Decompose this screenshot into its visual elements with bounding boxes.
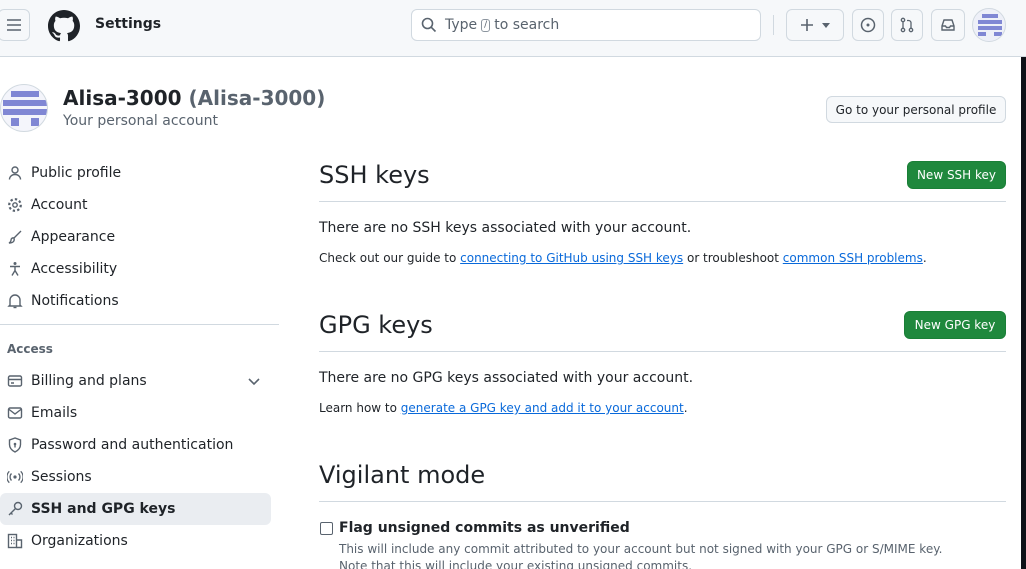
gpg-learn-before: Learn how to — [319, 401, 401, 415]
sidebar-item-label: Password and authentication — [31, 437, 234, 453]
search-placeholder-after: to search — [494, 17, 560, 33]
create-new-button[interactable] — [786, 9, 844, 41]
sidebar-item-label: Accessibility — [31, 261, 118, 277]
github-logo-icon[interactable] — [48, 10, 80, 42]
account-avatar — [0, 84, 48, 132]
adjacent-window-edge — [1021, 57, 1026, 569]
sidebar-item-notifications[interactable]: Notifications — [0, 285, 271, 317]
pull-requests-button[interactable] — [891, 9, 923, 41]
search-input[interactable]: Type / to search — [411, 9, 761, 41]
account-login: (Alisa-3000) — [188, 86, 326, 110]
organization-icon — [7, 533, 23, 549]
sidebar-item-billing[interactable]: Billing and plans — [0, 365, 271, 397]
gpg-learn-text: Learn how to generate a GPG key and add … — [319, 401, 688, 415]
sidebar-item-accessibility[interactable]: Accessibility — [0, 253, 271, 285]
mail-icon — [7, 405, 23, 421]
ssh-guide-before: Check out our guide to — [319, 251, 461, 265]
flag-unsigned-checkbox[interactable] — [320, 522, 333, 535]
ssh-empty-message: There are no SSH keys associated with yo… — [319, 220, 692, 236]
new-ssh-key-button[interactable]: New SSH key — [907, 161, 1006, 189]
sidebar-item-account[interactable]: Account — [0, 189, 271, 221]
identicon-avatar-icon — [978, 14, 1002, 36]
sidebar-divider — [0, 324, 279, 325]
ssh-guide-link[interactable]: connecting to GitHub using SSH keys — [460, 251, 683, 265]
ssh-guide-middle: or troubleshoot — [683, 251, 783, 265]
gpg-keys-heading: GPG keys — [319, 311, 433, 339]
account-name: Alisa-3000 (Alisa-3000) — [63, 86, 325, 110]
issue-opened-icon — [860, 17, 876, 33]
key-icon — [7, 501, 23, 517]
bell-icon — [7, 293, 23, 309]
gpg-empty-message: There are no GPG keys associated with yo… — [319, 370, 694, 386]
ssh-troubleshoot-link[interactable]: common SSH problems — [783, 251, 923, 265]
gpg-learn-after: . — [683, 401, 688, 415]
section-divider — [319, 351, 1006, 352]
inbox-icon — [941, 19, 955, 31]
sidebar-group-heading: Access — [7, 342, 53, 356]
sidebar-item-label: Sessions — [31, 469, 92, 485]
page-title[interactable]: Settings — [95, 16, 161, 32]
flag-unsigned-label[interactable]: Flag unsigned commits as unverified — [339, 520, 630, 536]
plus-icon — [801, 19, 813, 31]
sidebar-item-label: Appearance — [31, 229, 116, 245]
paintbrush-icon — [7, 229, 23, 245]
sidebar-item-label: Emails — [31, 405, 78, 421]
search-placeholder-before: Type — [445, 17, 478, 33]
vigilant-description: This will include any commit attributed … — [339, 541, 979, 569]
sidebar-item-public-profile[interactable]: Public profile — [0, 157, 271, 189]
header-divider — [773, 15, 774, 35]
sidebar-item-emails[interactable]: Emails — [0, 397, 271, 429]
ssh-guide-after: . — [922, 251, 927, 265]
sidebar-item-appearance[interactable]: Appearance — [0, 221, 271, 253]
ssh-guide-text: Check out our guide to connecting to Git… — [319, 251, 927, 265]
gpg-generate-link[interactable]: generate a GPG key and add it to your ac… — [401, 401, 684, 415]
identicon-avatar-icon — [3, 91, 47, 126]
sidebar-item-label: Notifications — [31, 293, 119, 309]
menu-button[interactable] — [0, 9, 30, 41]
sidebar-item-label: Account — [31, 197, 88, 213]
accessibility-icon — [7, 261, 23, 277]
git-pull-request-icon — [900, 17, 914, 33]
sidebar-item-label: Public profile — [31, 165, 122, 181]
credit-card-icon — [7, 373, 23, 389]
user-avatar[interactable] — [972, 8, 1006, 42]
chevron-down-icon[interactable] — [247, 374, 261, 388]
person-icon — [7, 165, 23, 181]
sidebar-item-ssh-gpg-keys[interactable]: SSH and GPG keys — [0, 493, 271, 525]
inbox-button[interactable] — [931, 9, 965, 41]
vigilant-mode-heading: Vigilant mode — [319, 461, 486, 489]
sidebar-item-label: Organizations — [31, 533, 128, 549]
vigilant-description-line2: Note that this will include your existin… — [339, 559, 693, 569]
hamburger-icon — [7, 19, 21, 31]
issues-button[interactable] — [852, 9, 884, 41]
sidebar-item-label: SSH and GPG keys — [31, 501, 176, 517]
new-gpg-key-button[interactable]: New GPG key — [904, 311, 1006, 339]
vigilant-description-line1: This will include any commit attributed … — [339, 542, 943, 556]
section-divider — [319, 201, 1006, 202]
account-display-name: Alisa-3000 — [63, 86, 182, 110]
ssh-keys-heading: SSH keys — [319, 161, 430, 189]
sidebar-item-label: Billing and plans — [31, 373, 147, 389]
shield-lock-icon — [7, 437, 23, 453]
sidebar-item-sessions[interactable]: Sessions — [0, 461, 271, 493]
sidebar-item-password-auth[interactable]: Password and authentication — [0, 429, 271, 461]
search-shortcut-key: / — [481, 18, 491, 32]
broadcast-icon — [7, 469, 23, 485]
account-subtitle: Your personal account — [63, 113, 219, 129]
top-header: Settings Type / to search — [0, 0, 1026, 57]
go-to-profile-button[interactable]: Go to your personal profile — [826, 96, 1006, 123]
section-divider — [319, 501, 1006, 502]
gear-icon — [7, 197, 23, 213]
search-icon — [421, 17, 437, 33]
caret-down-icon — [822, 22, 830, 28]
sidebar-item-organizations[interactable]: Organizations — [0, 525, 271, 557]
